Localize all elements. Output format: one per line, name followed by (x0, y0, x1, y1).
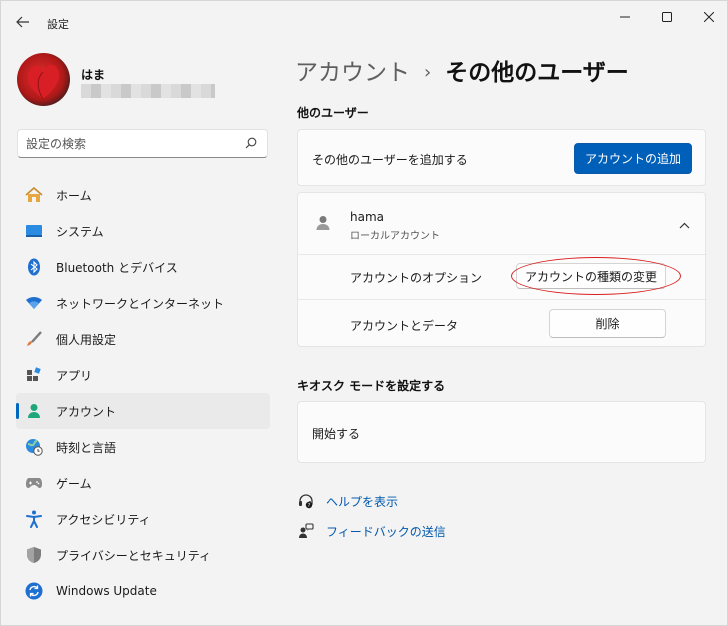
sidebar-item-accounts[interactable]: アカウント (16, 393, 270, 429)
user-name: はま (81, 68, 106, 82)
user-account-card: hama ローカルアカウント アカウントのオプション アカウントの種類の変更 ア… (297, 192, 707, 347)
sidebar-item-time-language[interactable]: 時刻と言語 (16, 429, 270, 465)
divider (298, 299, 707, 300)
sidebar-item-label: アクセシビリティ (56, 512, 151, 527)
close-button[interactable] (697, 7, 721, 27)
maximize-button[interactable] (655, 7, 679, 27)
delete-account-button[interactable]: 削除 (549, 309, 666, 338)
help-link[interactable]: ? ヘルプを表示 (297, 491, 398, 511)
sidebar-item-apps[interactable]: アプリ (16, 357, 270, 393)
section-title-other-users: 他のユーザー (297, 106, 369, 120)
home-icon (25, 186, 43, 204)
account-options-label: アカウントのオプション (350, 271, 483, 285)
account-type: ローカルアカウント (350, 231, 440, 242)
sidebar-item-home[interactable]: ホーム (16, 177, 270, 213)
sidebar-item-personalization[interactable]: 個人用設定 (16, 321, 270, 357)
sidebar-nav: ホーム システム Bluetooth とデバイス ネットワークとインターネット … (16, 177, 270, 609)
search-icon (245, 137, 257, 149)
kiosk-start-label: 開始する (312, 427, 361, 441)
search-input[interactable] (26, 135, 236, 153)
account-icon (25, 402, 43, 420)
add-account-button-label: アカウントの追加 (584, 152, 681, 166)
user-account-header[interactable]: hama ローカルアカウント (298, 193, 707, 254)
sidebar-item-label: ネットワークとインターネット (56, 296, 225, 311)
sidebar-item-label: ゲーム (56, 476, 92, 491)
help-icon: ? (297, 492, 315, 510)
brush-icon (25, 330, 43, 348)
gamepad-icon (25, 474, 43, 492)
page-title: その他のユーザー (445, 60, 629, 86)
account-data-label: アカウントとデータ (350, 319, 459, 333)
bluetooth-icon (25, 258, 43, 276)
sidebar-item-privacy[interactable]: プライバシーとセキュリティ (16, 537, 270, 573)
system-icon (25, 222, 43, 240)
feedback-icon (297, 522, 315, 540)
sidebar-item-label: 個人用設定 (56, 332, 117, 347)
sidebar-item-label: アプリ (56, 368, 93, 383)
delete-account-label: 削除 (595, 317, 620, 331)
help-link-text: ヘルプを表示 (326, 494, 399, 509)
add-user-label: その他のユーザーを追加する (312, 153, 468, 167)
add-account-button[interactable]: アカウントの追加 (574, 143, 692, 174)
breadcrumb-separator: › (424, 62, 432, 83)
wifi-icon (25, 294, 43, 312)
sidebar-item-bluetooth[interactable]: Bluetooth とデバイス (16, 249, 270, 285)
windows-update-icon (25, 582, 43, 600)
sidebar-item-network[interactable]: ネットワークとインターネット (16, 285, 270, 321)
account-username: hama (350, 210, 385, 224)
sidebar-item-gaming[interactable]: ゲーム (16, 465, 270, 501)
sidebar-item-label: プライバシーとセキュリティ (56, 548, 212, 563)
shield-icon (25, 546, 43, 564)
sidebar-item-label: ホーム (56, 188, 92, 203)
user-email-redacted (81, 84, 215, 98)
feedback-link[interactable]: フィードバックの送信 (297, 521, 446, 541)
sidebar-item-label: アカウント (56, 404, 117, 419)
sidebar-item-label: Bluetooth とデバイス (56, 260, 178, 275)
breadcrumb-parent[interactable]: アカウント (295, 60, 410, 86)
breadcrumb: アカウント › その他のユーザー (295, 53, 629, 87)
settings-window: 設定 はま ホーム (0, 0, 728, 626)
section-title-kiosk: キオスク モードを設定する (297, 379, 446, 393)
sidebar-item-label: Windows Update (56, 584, 157, 598)
divider (298, 254, 707, 255)
title-bar: 設定 (1, 1, 728, 41)
change-account-type-button[interactable]: アカウントの種類の変更 (516, 263, 666, 289)
globe-clock-icon (25, 438, 43, 456)
person-icon (316, 215, 330, 234)
sidebar-item-label: 時刻と言語 (56, 440, 117, 455)
feedback-link-text: フィードバックの送信 (326, 524, 446, 539)
sidebar-item-accessibility[interactable]: アクセシビリティ (16, 501, 270, 537)
back-arrow-icon[interactable] (13, 12, 33, 32)
svg-text:?: ? (308, 503, 311, 509)
kiosk-card[interactable]: 開始する (297, 401, 706, 463)
accessibility-icon (25, 510, 43, 528)
sidebar-item-label: システム (56, 224, 104, 239)
avatar (17, 53, 70, 106)
user-profile[interactable]: はま (17, 53, 267, 107)
sidebar-item-windows-update[interactable]: Windows Update (16, 573, 270, 609)
app-title: 設定 (47, 18, 69, 31)
apps-icon (25, 366, 43, 384)
search-box[interactable] (17, 129, 268, 158)
add-user-card: その他のユーザーを追加する アカウントの追加 (297, 129, 706, 186)
minimize-button[interactable] (613, 7, 637, 27)
sidebar-item-system[interactable]: システム (16, 213, 270, 249)
chevron-up-icon[interactable] (679, 218, 690, 232)
change-account-type-label: アカウントの種類の変更 (524, 269, 657, 284)
